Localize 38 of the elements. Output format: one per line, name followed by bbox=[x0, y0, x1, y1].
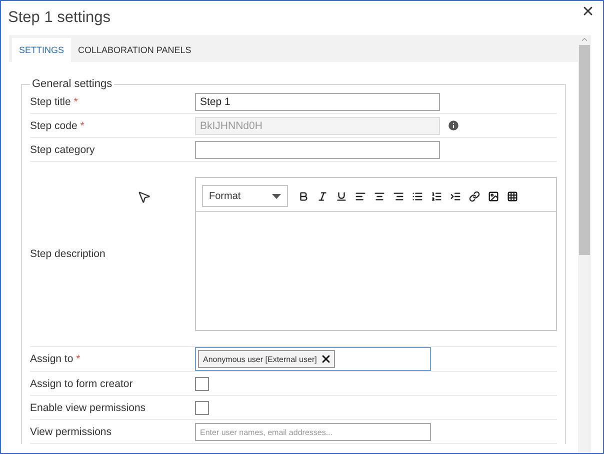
align-right-icon[interactable] bbox=[393, 190, 404, 202]
field-label: View permissions bbox=[30, 426, 113, 438]
bold-icon[interactable] bbox=[298, 190, 309, 202]
underline-icon[interactable] bbox=[336, 190, 347, 202]
bullet-list-icon[interactable] bbox=[412, 190, 423, 202]
table-icon[interactable] bbox=[507, 190, 518, 202]
people-field[interactable]: Enter user names, email addresses... bbox=[195, 422, 431, 440]
italic-icon[interactable] bbox=[317, 190, 328, 202]
window-title: Step 1 settings bbox=[8, 9, 111, 27]
tab[interactable]: COLLABORATION PANELS bbox=[71, 38, 198, 62]
field-label: Step category bbox=[30, 144, 96, 156]
checkbox[interactable] bbox=[195, 376, 209, 390]
assignee-field[interactable]: Anonymous user [External user] bbox=[195, 347, 431, 371]
section-legend: General settings bbox=[30, 78, 114, 90]
remove-icon[interactable] bbox=[320, 353, 332, 365]
field-label: Step title * bbox=[30, 96, 79, 108]
field-label: Step description bbox=[30, 248, 106, 260]
user-tag: Anonymous user [External user] bbox=[198, 350, 335, 368]
pointer-icon bbox=[137, 190, 151, 204]
numbered-list-icon[interactable] bbox=[431, 190, 442, 202]
indent-icon[interactable] bbox=[450, 190, 461, 202]
align-left-icon[interactable] bbox=[355, 190, 366, 202]
align-center-icon[interactable] bbox=[374, 190, 385, 202]
scrollbar[interactable] bbox=[578, 35, 591, 453]
caret-icon bbox=[272, 194, 281, 198]
text-field[interactable] bbox=[195, 140, 440, 158]
tab[interactable]: SETTINGS bbox=[12, 38, 72, 62]
close-icon[interactable] bbox=[581, 4, 595, 18]
field-label: Step code * bbox=[30, 120, 86, 132]
text-field[interactable]: Step 1 bbox=[195, 92, 440, 110]
rich-text-editor[interactable]: Format bbox=[195, 177, 557, 331]
field-label: Assign to * bbox=[30, 353, 82, 365]
format-dropdown[interactable]: Format bbox=[202, 185, 288, 207]
image-icon[interactable] bbox=[488, 190, 499, 202]
field-label: Assign to form creator bbox=[30, 378, 134, 390]
field-label: Enable view permissions bbox=[30, 402, 147, 414]
checkbox[interactable] bbox=[195, 400, 209, 414]
link-icon[interactable] bbox=[469, 190, 480, 202]
